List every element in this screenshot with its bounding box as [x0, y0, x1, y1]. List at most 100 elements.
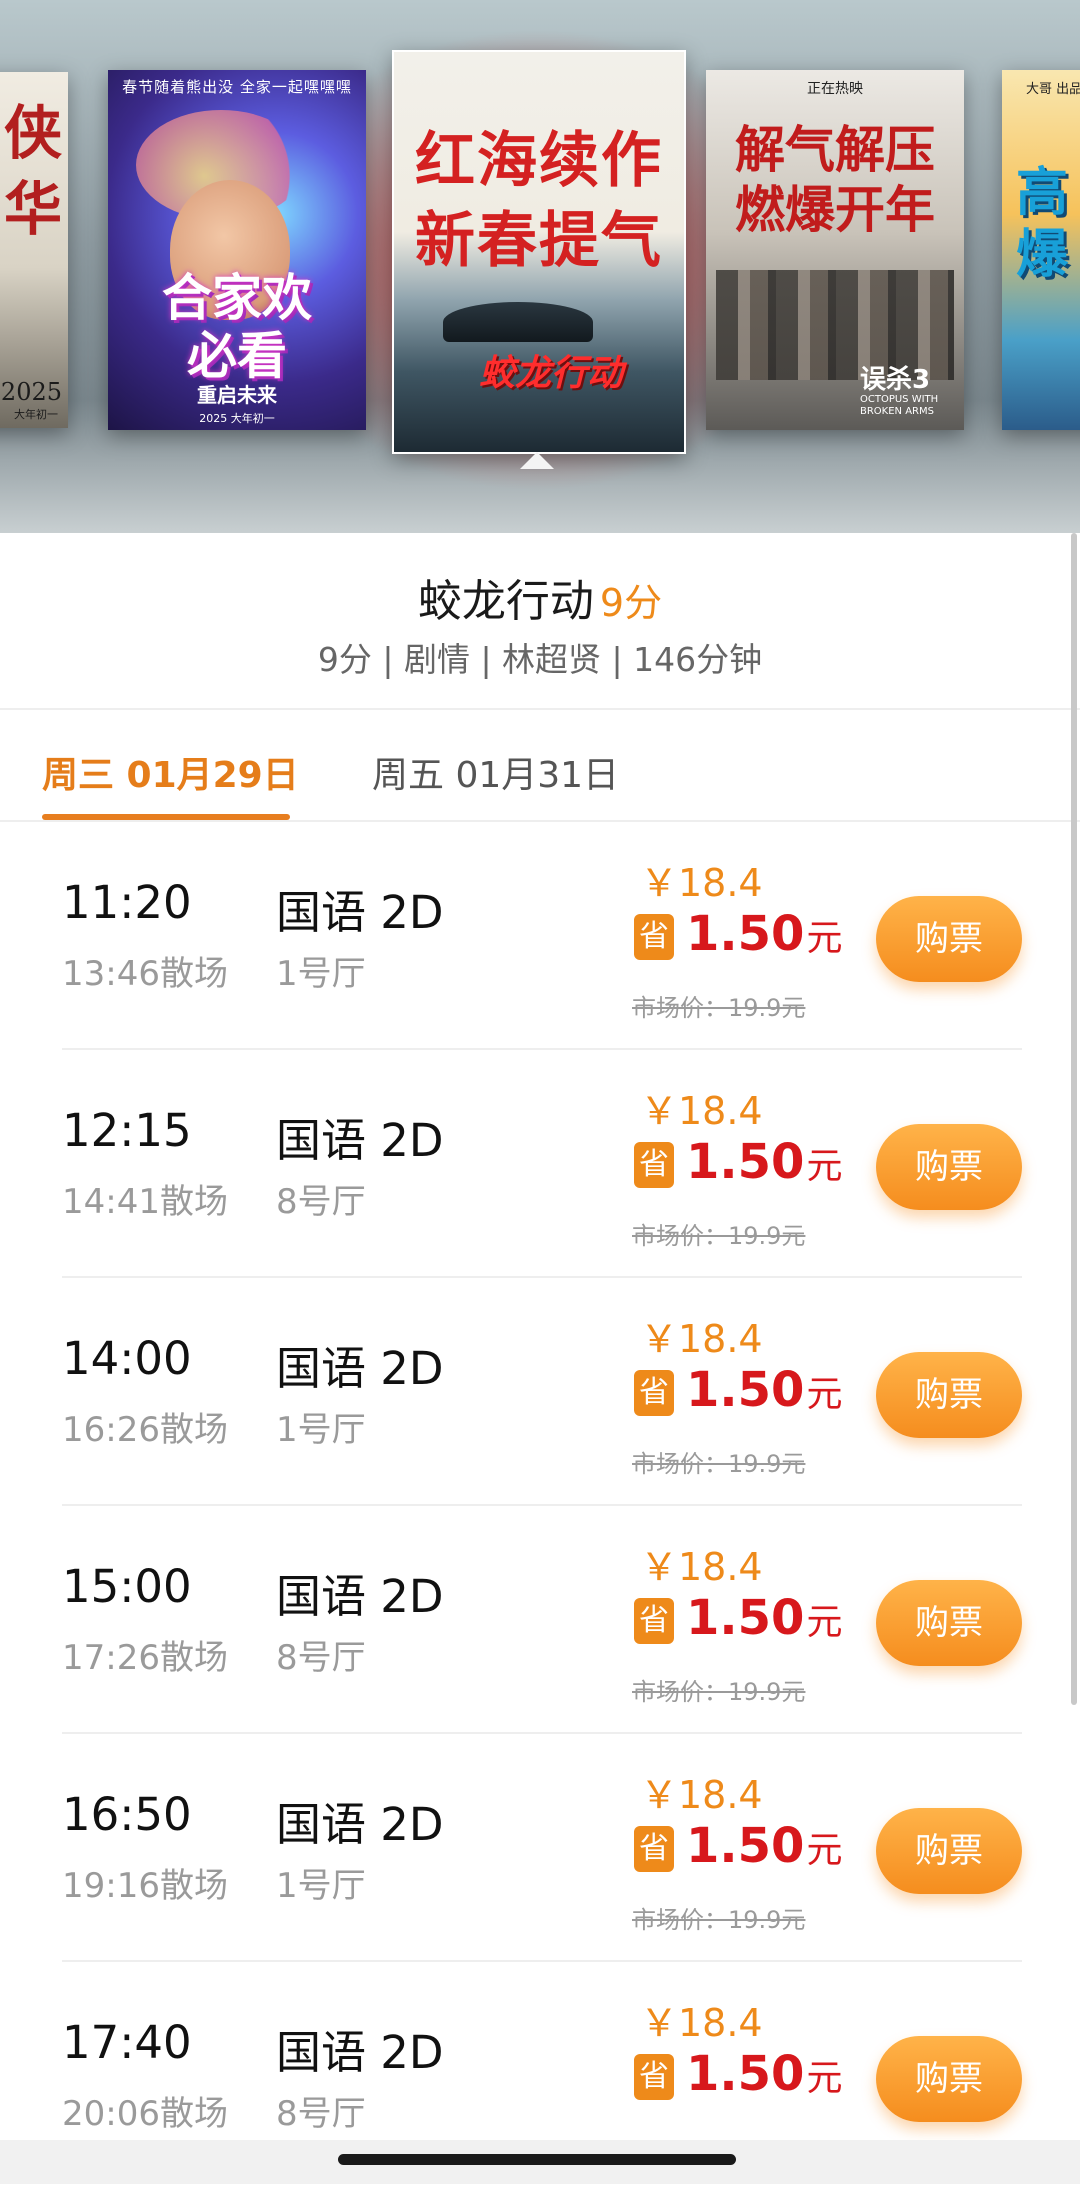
showtime-row[interactable]: 11:20 13:46散场 国语 2D 1号厅 ￥18.4 省 1.50元 市场价：19.9元… — [0, 822, 1080, 1050]
hall-name: 8号厅 — [276, 1638, 366, 1678]
language-format: 国语 2D — [276, 1342, 444, 1395]
end-time: 17:26散场 — [62, 1638, 228, 1678]
save-amount-value: 1.50 — [686, 1818, 805, 1874]
end-time: 14:41散场 — [62, 1182, 228, 1222]
home-indicator[interactable] — [338, 2154, 736, 2165]
poster-logo: 误杀3 OCTOPUS WITH BROKEN ARMS — [860, 366, 950, 418]
save-amount-value: 1.50 — [686, 1590, 805, 1646]
poster-tagline: 正在热映 — [807, 81, 863, 97]
save-amount-value: 1.50 — [686, 2046, 805, 2102]
ticket-price: ￥18.4 — [640, 1773, 763, 1817]
start-time: 14:00 — [62, 1332, 192, 1385]
end-time: 20:06散场 — [62, 2094, 228, 2134]
end-time: 16:26散场 — [62, 1410, 228, 1450]
poster-movie-title: 重启未来 — [197, 383, 277, 407]
poster-logo-cn: 误杀3 — [860, 365, 931, 395]
save-badge-icon: 省 — [634, 1598, 674, 1644]
start-time: 11:20 — [62, 876, 192, 929]
showtime-row[interactable]: 14:00 16:26散场 国语 2D 1号厅 ￥18.4 省 1.50元 市场价：19.9元… — [0, 1278, 1080, 1506]
ticket-price: ￥18.4 — [640, 861, 763, 905]
movie-info: 蛟龙行动 9分 9分 | 剧情 | 林超贤 | 146分钟 — [0, 533, 1080, 708]
save-amount: 1.50元 — [686, 2046, 842, 2102]
buy-ticket-button[interactable]: 购票 — [876, 1808, 1022, 1894]
hall-name: 8号厅 — [276, 2094, 366, 2134]
poster-title-line: 红海续作 — [415, 126, 663, 196]
showtime-row[interactable]: 15:00 17:26散场 国语 2D 8号厅 ￥18.4 省 1.50元 市场价：19.9元… — [0, 1506, 1080, 1734]
ticket-price: ￥18.4 — [640, 1545, 763, 1589]
market-price: 市场价：19.9元 — [632, 1906, 806, 1934]
market-price: 市场价：19.9元 — [632, 1222, 806, 1250]
poster-tagline: 大哥 出品 — [1026, 82, 1080, 97]
movie-meta: 9分 | 剧情 | 林超贤 | 146分钟 — [317, 640, 763, 679]
poster-year: 2025 — [0, 378, 62, 406]
poster-logo-en: OCTOPUS WITH BROKEN ARMS — [860, 394, 939, 417]
save-badge-icon: 省 — [634, 1826, 674, 1872]
market-price: 市场价：19.9元 — [632, 994, 806, 1022]
buy-ticket-button[interactable]: 购票 — [876, 1352, 1022, 1438]
poster-title-line: 必看 — [187, 327, 287, 385]
movie-title: 蛟龙行动 — [417, 576, 594, 627]
save-amount-value: 1.50 — [686, 906, 805, 962]
save-badge-icon: 省 — [634, 1142, 674, 1188]
scrollbar[interactable] — [1071, 533, 1077, 1705]
save-amount-unit: 元 — [806, 1602, 843, 1643]
submarine-art — [443, 302, 593, 342]
language-format: 国语 2D — [276, 1798, 444, 1851]
save-amount: 1.50元 — [686, 906, 842, 962]
showtime-row[interactable]: 16:50 19:16散场 国语 2D 1号厅 ￥18.4 省 1.50元市场价：19.9元… — [0, 1734, 1080, 1962]
save-amount-unit: 元 — [806, 918, 843, 959]
language-format: 国语 2D — [276, 2026, 444, 2079]
movie-score: 9分 — [599, 581, 663, 625]
poster-tagline: 春节随着熊出没 全家一起嘿嘿嘿 — [122, 78, 352, 96]
hall-name: 1号厅 — [276, 954, 366, 994]
hall-name: 1号厅 — [276, 1410, 366, 1450]
save-amount-unit: 元 — [806, 1374, 843, 1415]
poster-note: 大年初一 — [14, 408, 58, 421]
market-price: 市场价：19.9元 — [632, 1678, 806, 1706]
tab-date-0129[interactable]: 周三 01月29日 — [42, 746, 299, 798]
language-format: 国语 2D — [276, 1114, 444, 1167]
save-amount-unit: 元 — [806, 1146, 843, 1187]
poster-title-line: 燃爆开年 — [735, 181, 935, 239]
start-time: 16:50 — [62, 1788, 192, 1841]
end-time: 19:16散场 — [62, 1866, 228, 1906]
save-amount: 1.50元 — [686, 1134, 842, 1190]
poster-item[interactable]: 大哥 出品 高 爆 — [1002, 70, 1080, 430]
poster-item-selected[interactable]: 红海续作 新春提气 蛟龙行动 — [392, 50, 686, 454]
poster-item[interactable]: 侠 华 2025 大年初一 — [0, 72, 68, 428]
save-amount-value: 1.50 — [686, 1362, 805, 1418]
selected-pointer-icon — [520, 452, 554, 469]
tab-date-0131[interactable]: 周五 01月31日 — [372, 746, 619, 798]
save-amount: 1.50元 — [686, 1818, 842, 1874]
poster-carousel[interactable]: 侠 华 2025 大年初一 春节随着熊出没 全家一起嘿嘿嘿 合家欢 必看 重启未… — [0, 0, 1080, 533]
poster-item[interactable]: 春节随着熊出没 全家一起嘿嘿嘿 合家欢 必看 重启未来 2025 大年初一 — [108, 70, 366, 430]
hall-name: 1号厅 — [276, 1866, 366, 1906]
start-time: 12:15 — [62, 1104, 192, 1157]
poster-title-line: 华 — [3, 175, 62, 243]
poster-logo: 蛟龙行动 — [479, 353, 624, 394]
buy-ticket-button[interactable]: 购票 — [876, 2036, 1022, 2122]
save-amount-unit: 元 — [806, 2058, 843, 2099]
save-amount-value: 1.50 — [686, 1134, 805, 1190]
language-format: 国语 2D — [276, 1570, 444, 1623]
poster-note: 2025 大年初一 — [199, 412, 275, 425]
language-format: 国语 2D — [276, 886, 444, 939]
poster-title-line: 新春提气 — [415, 206, 663, 276]
movie-title-line: 蛟龙行动 9分 — [0, 565, 1080, 629]
poster-item[interactable]: 正在热映 解气解压 燃爆开年 误杀3 OCTOPUS WITH BROKEN A… — [706, 70, 964, 430]
buy-ticket-button[interactable]: 购票 — [876, 896, 1022, 982]
poster-title-line: 爆 — [1016, 225, 1069, 285]
ticket-price: ￥18.4 — [640, 1317, 763, 1361]
buy-ticket-button[interactable]: 购票 — [876, 1580, 1022, 1666]
buy-ticket-button[interactable]: 购票 — [876, 1124, 1022, 1210]
start-time: 17:40 — [62, 2016, 192, 2069]
save-amount: 1.50元 — [686, 1590, 842, 1646]
save-amount: 1.50元 — [686, 1362, 842, 1418]
ticket-price: ￥18.4 — [640, 1089, 763, 1133]
hall-name: 8号厅 — [276, 1182, 366, 1222]
poster-title-line: 侠 — [3, 99, 62, 167]
showtime-row[interactable]: 12:15 14:41散场 国语 2D 8号厅 ￥18.4 省 1.50元市场价：19.9元… — [0, 1050, 1080, 1278]
poster-art — [716, 270, 954, 380]
market-price: 市场价：19.9元 — [632, 1450, 806, 1478]
save-amount-unit: 元 — [806, 1830, 843, 1871]
